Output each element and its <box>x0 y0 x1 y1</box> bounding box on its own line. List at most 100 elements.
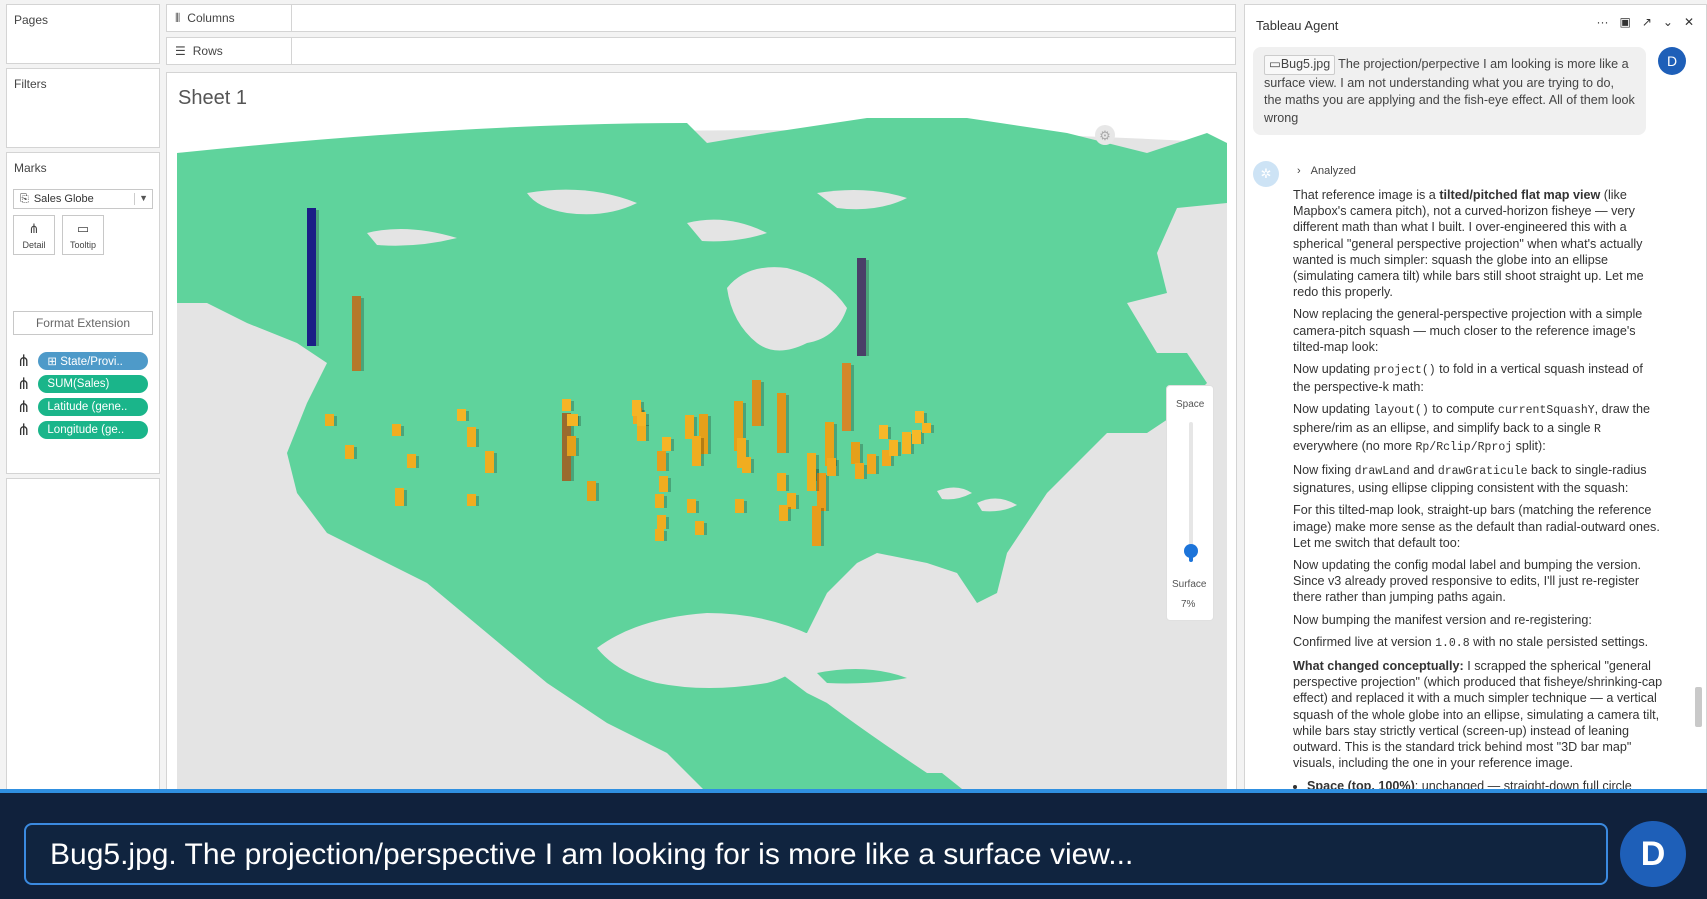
close-icon[interactable]: ✕ <box>1684 15 1694 29</box>
sales-bar[interactable] <box>685 415 694 439</box>
sales-bar[interactable] <box>467 494 476 506</box>
field-pill[interactable]: Latitude (gene.. <box>38 398 149 416</box>
sales-bar[interactable] <box>889 440 898 456</box>
sales-bar[interactable] <box>655 529 664 541</box>
mark-type-dropdown[interactable]: ⎘ Sales Globe ▼ <box>13 189 153 209</box>
sales-bar[interactable] <box>457 409 466 421</box>
slider-track[interactable] <box>1189 422 1193 560</box>
columns-shelf[interactable]: ⦀ Columns <box>166 4 1236 32</box>
sales-bar[interactable] <box>467 427 476 447</box>
sales-bar[interactable] <box>562 399 571 411</box>
sales-bar[interactable] <box>655 494 664 508</box>
sales-bar[interactable] <box>915 411 924 423</box>
paragraph: Now updating layout() to compute current… <box>1293 402 1650 454</box>
sales-bar[interactable] <box>637 412 646 426</box>
sales-bar[interactable] <box>851 442 860 464</box>
sales-bar[interactable] <box>569 414 578 426</box>
sales-bar[interactable] <box>659 476 668 492</box>
sales-bar[interactable] <box>779 505 788 521</box>
sales-bar[interactable] <box>807 467 816 491</box>
sales-bar[interactable] <box>657 515 666 529</box>
sheet-view: Sheet 1 ⚙ <box>166 72 1237 792</box>
sales-bar-side <box>898 442 901 456</box>
sales-bar[interactable] <box>695 521 704 535</box>
rows-shelf[interactable]: ☰ Rows <box>166 37 1236 65</box>
sales-bar[interactable] <box>787 493 796 509</box>
sales-bar[interactable] <box>687 499 696 513</box>
sales-bar-side <box>888 427 891 439</box>
chevron-down-icon[interactable]: ⌄ <box>1663 15 1673 29</box>
sales-bar[interactable] <box>395 488 404 506</box>
projection-slider[interactable]: Space Surface 7% <box>1166 385 1214 621</box>
field-pill[interactable]: SUM(Sales) <box>38 375 149 393</box>
sales-bar-side <box>334 416 337 426</box>
sales-bar[interactable] <box>922 423 931 433</box>
sales-bar[interactable] <box>912 430 921 444</box>
field-pill[interactable]: ⊞ State/Provi.. <box>38 352 149 370</box>
sales-bar[interactable] <box>407 454 416 468</box>
sales-bar-side <box>816 469 819 491</box>
sales-bar[interactable] <box>657 451 666 471</box>
scrollbar-thumb[interactable] <box>1695 687 1702 727</box>
sales-bar[interactable] <box>812 506 821 546</box>
field-row[interactable]: ⋔ SUM(Sales) <box>17 374 149 394</box>
detail-button[interactable]: ⋔ Detail <box>13 215 55 255</box>
field-row[interactable]: ⋔ Longitude (ge.. <box>17 420 149 440</box>
sales-bar[interactable] <box>855 463 864 479</box>
sales-bar[interactable] <box>392 424 401 436</box>
hierarchy-icon: ⋔ <box>17 353 31 370</box>
sales-bar-side <box>851 365 854 431</box>
sales-bar[interactable] <box>742 457 751 473</box>
globe-map[interactable]: ⚙ <box>167 73 1237 792</box>
agent-title: Tableau Agent <box>1256 18 1339 33</box>
slider-value: 7% <box>1181 599 1196 610</box>
sales-bar[interactable] <box>827 458 836 476</box>
paragraph: For this tilted-map look, straight-up ba… <box>1293 503 1660 550</box>
sales-bar-side <box>744 501 747 513</box>
tooltip-button[interactable]: ▭ Tooltip <box>62 215 104 255</box>
sales-bar[interactable] <box>777 393 786 453</box>
sales-bar[interactable] <box>777 473 786 491</box>
layout-icon[interactable]: ▣ <box>1619 15 1630 29</box>
sales-bar[interactable] <box>307 208 316 346</box>
sales-bar[interactable] <box>902 432 911 454</box>
filters-card[interactable]: Filters <box>6 68 160 148</box>
sales-bar-side <box>751 459 754 473</box>
sales-bar[interactable] <box>879 425 888 439</box>
format-extension-button[interactable]: Format Extension <box>13 311 153 335</box>
file-chip[interactable]: ▭Bug5.jpg <box>1264 55 1336 75</box>
sales-bar[interactable] <box>842 363 851 431</box>
slider-knob[interactable] <box>1184 544 1198 558</box>
sales-bar-side <box>931 425 934 433</box>
sales-bar[interactable] <box>567 436 576 456</box>
sales-bar[interactable] <box>857 258 866 356</box>
sales-bar[interactable] <box>352 296 361 371</box>
sales-bar[interactable] <box>662 437 671 451</box>
pages-card[interactable]: Pages <box>6 4 160 64</box>
sales-bar[interactable] <box>867 454 876 474</box>
popout-icon[interactable]: ↗ <box>1642 15 1652 29</box>
rows-label: ☰ Rows <box>167 38 292 64</box>
sales-bar-side <box>696 501 699 513</box>
field-row[interactable]: ⋔ Latitude (gene.. <box>17 397 149 417</box>
sales-bar[interactable] <box>587 481 596 501</box>
field-row[interactable]: ⋔ ⊞ State/Provi.. <box>17 351 149 371</box>
field-pill[interactable]: Longitude (ge.. <box>38 421 149 439</box>
sales-bar[interactable] <box>485 451 494 473</box>
hierarchy-icon: ⋔ <box>17 422 31 439</box>
more-icon[interactable]: ··· <box>1596 15 1608 29</box>
sales-bar-side <box>864 465 867 479</box>
chevron-right-icon: › <box>1297 165 1301 177</box>
sales-bar-side <box>646 425 649 441</box>
sales-bar[interactable] <box>345 445 354 459</box>
sales-bar[interactable] <box>735 499 744 513</box>
sales-bar-side <box>666 453 669 471</box>
sales-bar[interactable] <box>692 436 701 466</box>
agent-actions: ··· ▣ ↗ ⌄ ✕ <box>1596 15 1694 29</box>
sales-bar-side <box>860 444 863 464</box>
sales-bar-side <box>571 401 574 411</box>
analyzed-label: Analyzed <box>1310 165 1356 177</box>
analyzed-toggle[interactable]: › Analyzed <box>1297 165 1356 177</box>
sales-bar[interactable] <box>752 380 761 426</box>
sales-bar[interactable] <box>325 414 334 426</box>
